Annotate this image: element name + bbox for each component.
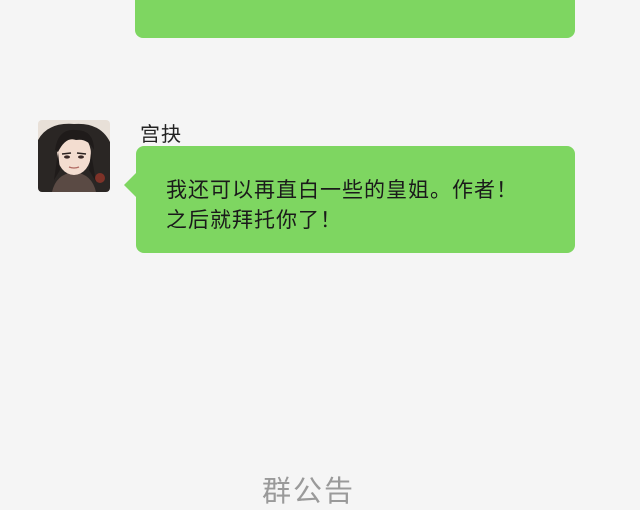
message-bubble[interactable]: 我还可以再直白一些的皇姐。作者！ 之后就拜托你了！ [136, 146, 575, 253]
sender-name: 宫抉 [140, 122, 182, 146]
group-announcement-link[interactable]: 群公告 [262, 468, 355, 510]
previous-message-bubble[interactable] [135, 0, 575, 38]
message-line-2: 之后就拜托你了！ [166, 208, 342, 232]
message-line-1: 我还可以再直白一些的皇姐。作者！ [166, 178, 518, 202]
anime-character-avatar-icon [38, 120, 110, 192]
sender-avatar[interactable] [38, 120, 110, 192]
